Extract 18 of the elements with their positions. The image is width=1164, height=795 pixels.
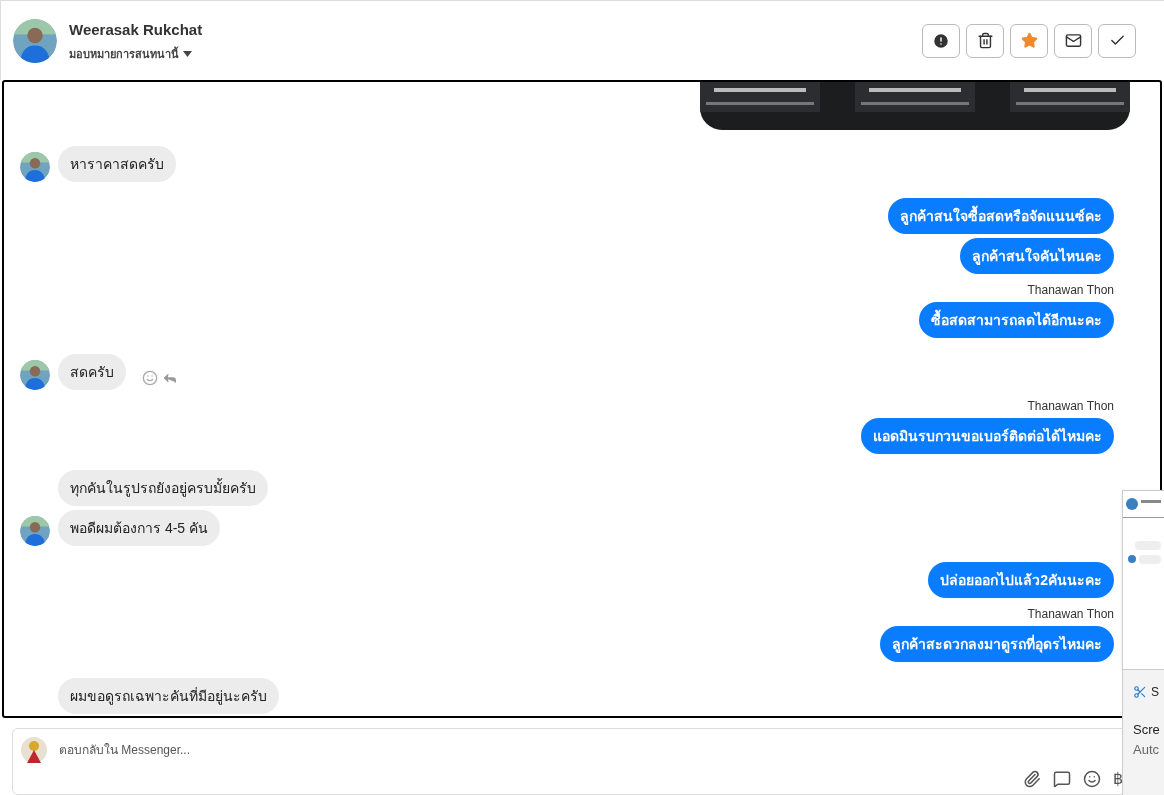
message-bubble: ลูกค้าสนใจซื้อสดหรือจัดแนนซ์คะ	[888, 198, 1114, 234]
notification-title: Scre	[1133, 721, 1161, 739]
message-bubble: พอดีผมต้องการ 4-5 คัน	[58, 510, 220, 546]
message-bubble: ปล่อยออกไปแล้ว2คันนะคะ	[928, 562, 1114, 598]
app-name: S	[1151, 684, 1159, 700]
message-bubble: ลูกค้าสะดวกลงมาดูรถที่อุดรไหมคะ	[880, 626, 1114, 662]
message-bubble: ลูกค้าสนใจคันไหนคะ	[960, 238, 1114, 274]
message-bubble: หาราคาสดครับ	[58, 146, 176, 182]
sender-name: Thanawan Thon	[1027, 606, 1114, 622]
message-bubble: ทุกคันในรูปรถยังอยู่ครบมั้ยครับ	[58, 470, 268, 506]
sender-name: Thanawan Thon	[1027, 282, 1114, 298]
message-bubble: แอดมินรบกวนขอเบอร์ติดต่อได้ไหมคะ	[861, 418, 1114, 454]
message-bubble: ผมขอดูรถเฉพาะคันที่มีอยู่นะครับ	[58, 678, 279, 714]
notification-body: Autc	[1133, 740, 1160, 759]
message-bubble: ซื้อสดสามารถลดได้อีกนะคะ	[919, 302, 1114, 338]
sender-name: Thanawan Thon	[1027, 398, 1114, 414]
message-bubble: สดครับ	[58, 354, 126, 390]
contact-name: Weerasak Rukchat	[69, 20, 203, 40]
